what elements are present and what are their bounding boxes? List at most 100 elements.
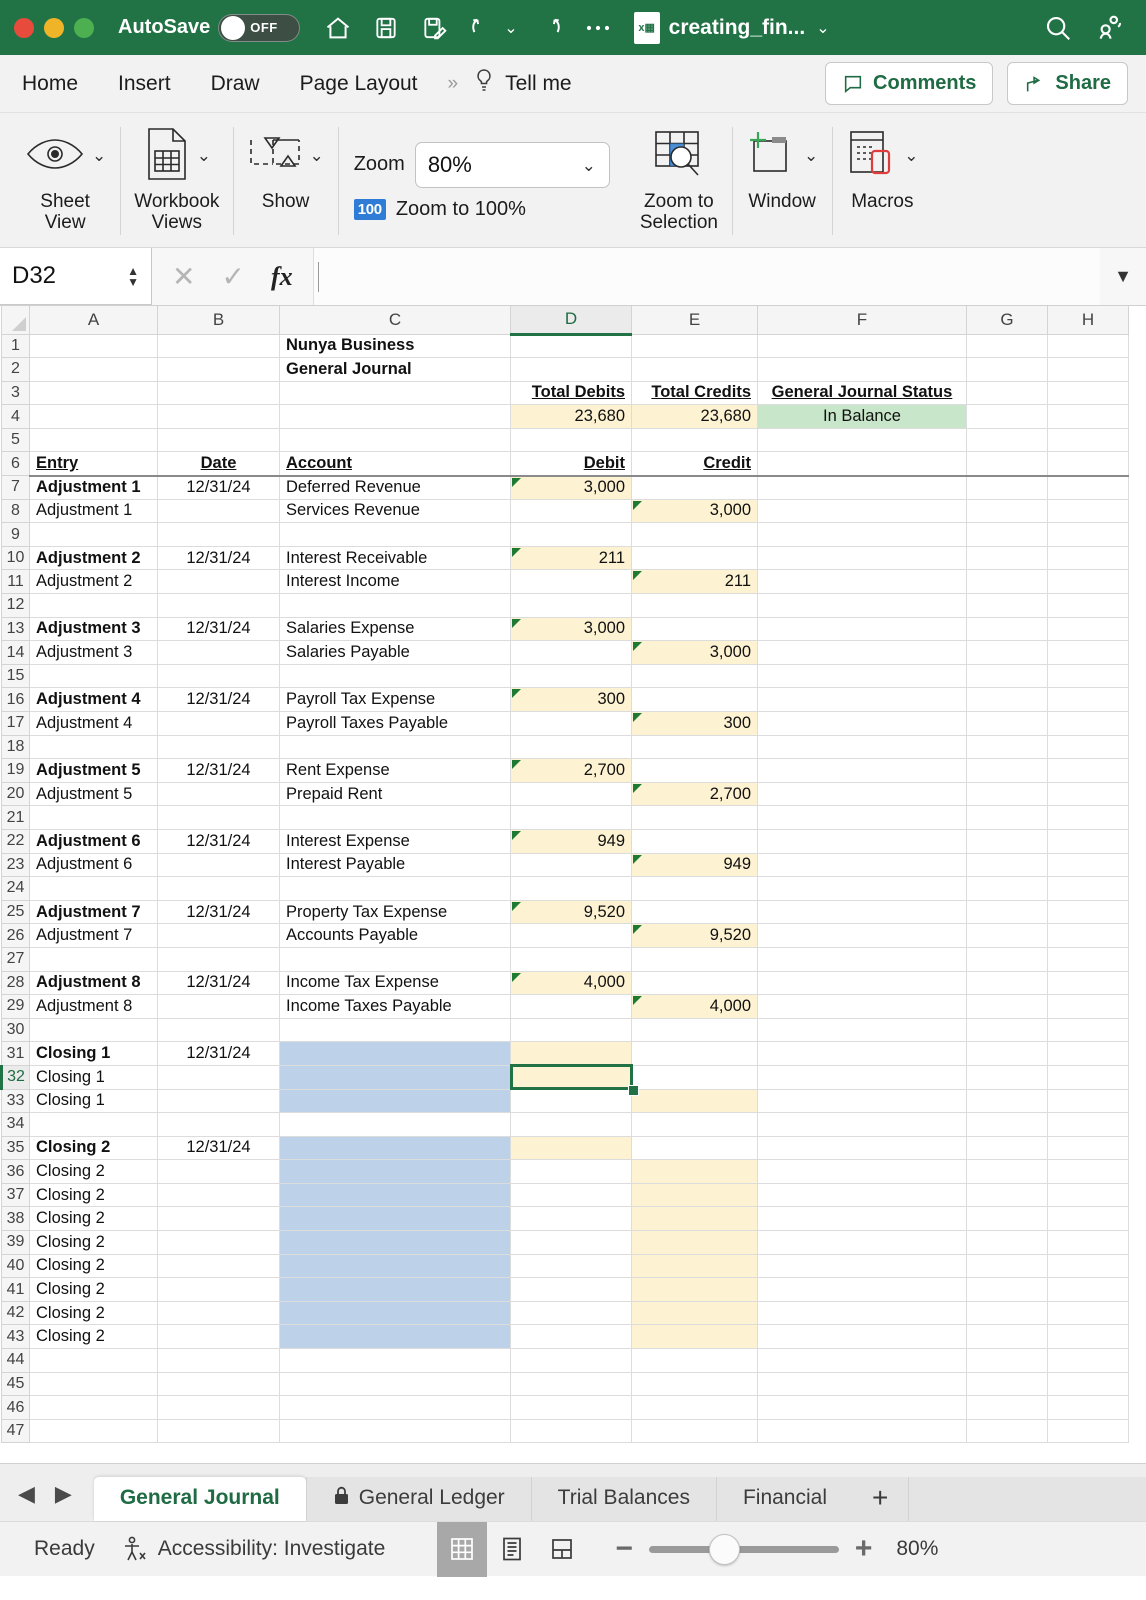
cell-A4[interactable] [29,404,158,429]
column-header-h[interactable]: H [1047,306,1129,335]
cell-F35[interactable] [757,1135,967,1161]
cell-C6[interactable]: Account [279,451,511,477]
cell-D39[interactable] [510,1230,632,1255]
normal-view-button[interactable] [437,1521,488,1577]
tab-draw[interactable]: Draw [191,68,280,100]
row-header-43[interactable]: 43 [1,1324,30,1350]
cell-E30[interactable] [631,1017,758,1043]
cell-G24[interactable] [966,876,1048,901]
cell-A15[interactable] [29,663,158,689]
cell-E8[interactable]: 3,000 [631,498,758,524]
cell-D3[interactable]: Total Debits [510,380,632,406]
cell-G18[interactable] [966,734,1048,760]
cell-G35[interactable] [966,1135,1048,1161]
cell-H7[interactable] [1047,474,1129,500]
cell-D46[interactable] [510,1395,632,1420]
cell-C41[interactable] [279,1277,511,1302]
cell-F9[interactable] [757,522,967,547]
select-all-corner[interactable] [1,306,30,335]
cell-H31[interactable] [1047,1041,1129,1066]
cell-E5[interactable] [631,427,758,453]
cell-H41[interactable] [1047,1277,1129,1302]
cancel-entry-icon[interactable]: ✕ [172,260,195,293]
cell-E4[interactable]: 23,680 [631,404,758,429]
cell-C34[interactable] [279,1112,511,1137]
cell-B27[interactable] [157,946,280,972]
tab-page-layout[interactable]: Page Layout [280,68,438,100]
next-sheet-icon[interactable]: ▶ [55,1481,72,1507]
cell-G25[interactable] [966,899,1048,925]
cell-G28[interactable] [966,970,1048,996]
cell-F17[interactable] [757,711,967,736]
cell-H12[interactable] [1047,593,1129,618]
cell-H23[interactable] [1047,852,1129,878]
cell-F21[interactable] [757,805,967,830]
cell-B15[interactable] [157,663,280,689]
row-header-47[interactable]: 47 [1,1418,30,1444]
cell-G7[interactable] [966,474,1048,500]
cell-A31[interactable]: Closing 1 [29,1041,158,1066]
row-header-25[interactable]: 25 [1,899,30,925]
window-group[interactable]: ⌄ Window [731,119,832,243]
cell-F13[interactable] [757,616,967,642]
cell-B17[interactable] [157,711,280,736]
cell-C38[interactable] [279,1206,511,1232]
cell-B39[interactable] [157,1230,280,1255]
row-header-41[interactable]: 41 [1,1277,30,1302]
cell-G29[interactable] [966,994,1048,1019]
cell-F28[interactable] [757,970,967,996]
row-header-4[interactable]: 4 [1,404,30,429]
cell-G1[interactable] [966,333,1048,359]
cell-E38[interactable] [631,1206,758,1232]
cell-D4[interactable]: 23,680 [510,404,632,429]
cell-F46[interactable] [757,1395,967,1420]
cell-E42[interactable] [631,1300,758,1326]
cell-C27[interactable] [279,946,511,972]
cell-G38[interactable] [966,1206,1048,1232]
undo-dropdown-icon[interactable]: ⌄ [504,18,517,38]
cell-H4[interactable] [1047,404,1129,429]
cell-G9[interactable] [966,522,1048,547]
column-header-a[interactable]: A [29,306,158,335]
cell-A9[interactable] [29,522,158,547]
cell-D19[interactable]: 2,700 [510,758,632,783]
cell-F23[interactable] [757,852,967,878]
cell-B13[interactable]: 12/31/24 [157,616,280,642]
cell-F7[interactable] [757,474,967,500]
cell-H27[interactable] [1047,946,1129,972]
cell-B28[interactable]: 12/31/24 [157,970,280,996]
cell-H39[interactable] [1047,1230,1129,1255]
cell-H21[interactable] [1047,805,1129,830]
cell-C7[interactable]: Deferred Revenue [279,474,511,500]
zoom-select[interactable]: 80%100%125%150%200% [414,141,610,188]
row-header-35[interactable]: 35 [1,1135,30,1161]
row-header-27[interactable]: 27 [1,946,30,972]
cell-F2[interactable] [757,357,967,382]
row-header-34[interactable]: 34 [1,1112,30,1137]
cell-G34[interactable] [966,1112,1048,1137]
cell-E15[interactable] [631,663,758,689]
row-header-6[interactable]: 6 [1,451,30,477]
cell-A30[interactable] [29,1017,158,1043]
cell-G20[interactable] [966,781,1048,807]
cell-E7[interactable] [631,474,758,500]
cell-F20[interactable] [757,781,967,807]
row-header-13[interactable]: 13 [1,616,30,642]
cell-H22[interactable] [1047,828,1129,854]
cell-D14[interactable] [510,640,632,665]
cell-G30[interactable] [966,1017,1048,1043]
cell-D13[interactable]: 3,000 [510,616,632,642]
cell-C12[interactable] [279,593,511,618]
cell-G41[interactable] [966,1277,1048,1302]
cell-F37[interactable] [757,1182,967,1208]
cell-F22[interactable] [757,828,967,854]
cell-C13[interactable]: Salaries Expense [279,616,511,642]
cell-F1[interactable] [757,333,967,359]
cell-G6[interactable] [966,451,1048,477]
cell-B9[interactable] [157,522,280,547]
cell-F32[interactable] [757,1064,967,1090]
cell-G11[interactable] [966,569,1048,595]
cell-D16[interactable]: 300 [510,687,632,712]
cell-G17[interactable] [966,711,1048,736]
cell-F14[interactable] [757,640,967,665]
